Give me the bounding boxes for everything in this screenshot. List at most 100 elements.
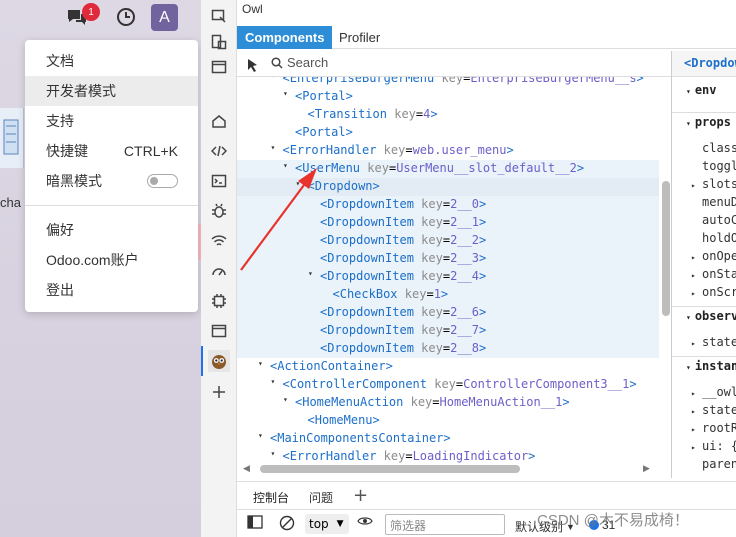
avatar[interactable]: A xyxy=(151,4,178,31)
details-prop[interactable]: ▸ onScr xyxy=(672,285,736,299)
details-prop[interactable]: holdO xyxy=(672,231,736,245)
expand-toggle-icon[interactable]: ▾ xyxy=(283,161,288,170)
tree-node-usermenu[interactable]: ▾ <UserMenu key=UserMenu__slot_default__2… xyxy=(237,160,659,178)
live-expression-eye-icon[interactable] xyxy=(357,515,373,527)
details-prop[interactable]: ▸ onSta xyxy=(672,267,736,281)
expand-toggle-icon[interactable]: ▾ xyxy=(258,431,263,440)
tab-components[interactable]: Components xyxy=(237,26,333,49)
window-icon[interactable] xyxy=(208,56,230,78)
details-prop[interactable]: class xyxy=(672,141,736,155)
tree-node-homemenuaction[interactable]: ▾ <HomeMenuAction key=HomeMenuAction__1> xyxy=(237,394,659,412)
details-prop[interactable]: ▸ state xyxy=(672,335,736,349)
tree-node-dropdownitem[interactable]: <DropdownItem key=2__1> xyxy=(237,214,659,232)
menu-item-logout[interactable]: 登出 xyxy=(25,275,198,305)
shortcut-hint: CTRL+K xyxy=(123,143,178,159)
tree-node-maincomponentscontainer[interactable]: ▾ <MainComponentsContainer> xyxy=(237,430,659,448)
tree-node-label: <ErrorHandler key=LoadingIndicator> xyxy=(282,449,536,463)
details-section-props[interactable]: ▾ props xyxy=(672,115,736,129)
scroll-right-icon[interactable]: ▶ xyxy=(643,464,650,474)
expand-toggle-icon[interactable]: ▾ xyxy=(296,179,301,188)
home-icon[interactable] xyxy=(208,110,230,132)
details-prop[interactable]: ▸ rootR xyxy=(672,421,736,435)
tree-node-dropdownitem[interactable]: ▾ <DropdownItem key=2__4> xyxy=(237,268,659,286)
clear-console-icon[interactable] xyxy=(279,515,295,531)
sidebar-toggle-icon[interactable] xyxy=(247,515,263,529)
details-prop[interactable]: autoC xyxy=(672,213,736,227)
tree-node-label: <EnterpriseBurgerMenu key=EnterpriseBurg… xyxy=(282,77,644,85)
bug-icon[interactable] xyxy=(208,200,230,222)
tree-node-dropdownitem[interactable]: <DropdownItem key=2__6> xyxy=(237,304,659,322)
tree-node-errorhandler[interactable]: ▾ <ErrorHandler key=web.user_menu> xyxy=(237,142,659,160)
menu-item-documentation[interactable]: 文档 xyxy=(25,46,198,76)
add-panel-icon[interactable] xyxy=(208,381,230,403)
scroll-thumb[interactable] xyxy=(260,465,520,473)
performance-icon[interactable] xyxy=(208,260,230,282)
tree-node-dropdownitem[interactable]: <DropdownItem key=2__7> xyxy=(237,322,659,340)
tree-horizontal-scrollbar[interactable]: ◀ ▶ xyxy=(237,463,661,475)
expand-toggle-icon[interactable]: ▾ xyxy=(271,77,276,80)
expand-toggle-icon[interactable]: ▾ xyxy=(308,269,313,278)
select-element-icon[interactable] xyxy=(247,57,259,76)
tree-node-checkbox[interactable]: <CheckBox key=1> xyxy=(237,286,659,304)
tree-node-dropdownitem[interactable]: <DropdownItem key=2__8> xyxy=(237,340,659,358)
menu-item-dark-mode[interactable]: 暗黑模式 xyxy=(25,166,198,196)
device-toolbar-icon[interactable] xyxy=(208,31,230,53)
menu-item-shortcuts[interactable]: 快捷键 CTRL+K xyxy=(25,136,198,166)
expand-toggle-icon[interactable]: ▾ xyxy=(283,89,288,98)
details-prop[interactable]: ▸ ui: { xyxy=(672,439,736,453)
tree-node-actioncontainer[interactable]: ▾ <ActionContainer> xyxy=(237,358,659,376)
scroll-thumb[interactable] xyxy=(662,181,670,316)
tree-node-dropdownitem[interactable]: <DropdownItem key=2__3> xyxy=(237,250,659,268)
expand-toggle-icon[interactable]: ▾ xyxy=(271,449,276,458)
tab-console[interactable]: 控制台 xyxy=(253,489,290,511)
details-prop[interactable]: toggl xyxy=(672,159,736,173)
context-select[interactable]: top ▼ xyxy=(305,514,349,534)
tree-node-dropdown[interactable]: ▾ <Dropdown> xyxy=(237,178,659,196)
details-prop[interactable]: ▸ state xyxy=(672,403,736,417)
dark-mode-toggle[interactable] xyxy=(147,174,178,188)
tree-node-enterpriseburgermenu[interactable]: ▾ <EnterpriseBurgerMenu key=EnterpriseBur… xyxy=(237,77,659,88)
tree-node-portal[interactable]: <Portal> xyxy=(237,124,659,142)
details-section-instan[interactable]: ▾ instan xyxy=(672,359,736,373)
tab-issues[interactable]: 问题 xyxy=(309,489,333,506)
scroll-left-icon[interactable]: ◀ xyxy=(243,464,250,474)
add-tab-icon[interactable]: + xyxy=(353,485,368,506)
clock-icon[interactable] xyxy=(116,5,136,29)
app-thumbnail xyxy=(0,108,24,168)
tree-node-controllercomponent[interactable]: ▾ <ControllerComponent key=ControllerComp… xyxy=(237,376,659,394)
details-prop[interactable]: menuD xyxy=(672,195,736,209)
expand-toggle-icon[interactable]: ▾ xyxy=(271,377,276,386)
tree-node-dropdownitem[interactable]: <DropdownItem key=2__0> xyxy=(237,196,659,214)
expand-toggle-icon[interactable]: ▾ xyxy=(271,143,276,152)
application-icon[interactable] xyxy=(208,320,230,342)
details-prop[interactable]: ▸ __owl xyxy=(672,385,736,399)
console-icon[interactable] xyxy=(208,170,230,192)
tree-node-label: <DropdownItem key=2__2> xyxy=(320,233,487,247)
expand-toggle-icon[interactable]: ▾ xyxy=(283,395,288,404)
inspect-icon[interactable] xyxy=(208,6,230,28)
details-prop[interactable]: ▸ onOpe xyxy=(672,249,736,263)
details-section-observ[interactable]: ▾ observ xyxy=(672,309,736,323)
tree-node-portal[interactable]: ▾ <Portal> xyxy=(237,88,659,106)
search-icon xyxy=(271,56,283,69)
details-prop[interactable]: paren xyxy=(672,457,736,471)
menu-item-support[interactable]: 支持 xyxy=(25,106,198,136)
expand-toggle-icon[interactable]: ▾ xyxy=(258,359,263,368)
details-section-env[interactable]: ▾ env xyxy=(672,83,736,97)
tree-node-homemenu[interactable]: <HomeMenu> xyxy=(237,412,659,430)
menu-item-developer-mode[interactable]: 开发者模式 xyxy=(25,76,198,106)
tree-vertical-scrollbar[interactable] xyxy=(661,77,671,465)
tab-profiler[interactable]: Profiler xyxy=(331,26,388,49)
component-search[interactable]: Search xyxy=(271,55,328,70)
elements-icon[interactable] xyxy=(208,140,230,162)
menu-item-odoo-account[interactable]: Odoo.com账户 xyxy=(25,245,198,275)
memory-icon[interactable] xyxy=(208,290,230,312)
tree-node-transition[interactable]: <Transition key=4> xyxy=(237,106,659,124)
section-divider xyxy=(672,306,736,307)
owl-icon[interactable] xyxy=(201,346,230,376)
menu-item-preferences[interactable]: 偏好 xyxy=(25,215,198,245)
filter-input[interactable]: 筛选器 xyxy=(385,514,505,535)
tree-node-dropdownitem[interactable]: <DropdownItem key=2__2> xyxy=(237,232,659,250)
details-prop[interactable]: ▸ slots xyxy=(672,177,736,191)
network-icon[interactable] xyxy=(208,230,230,252)
